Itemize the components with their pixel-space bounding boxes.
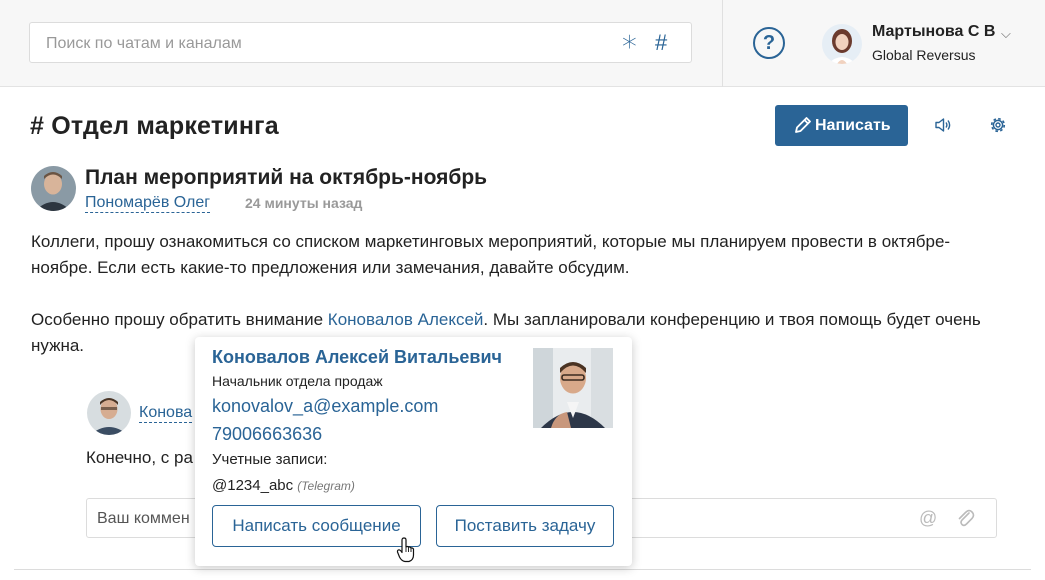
profile-photo bbox=[533, 348, 613, 428]
user-name[interactable]: Мартынова С В bbox=[872, 23, 995, 41]
profile-email-link[interactable]: konovalov_a@example.com bbox=[212, 396, 438, 417]
gear-icon[interactable] bbox=[988, 115, 1008, 135]
search-input[interactable]: Поиск по чатам и каналам bbox=[46, 35, 242, 53]
paperclip-icon[interactable] bbox=[955, 507, 975, 529]
user-mention-link[interactable]: Коновалов Алексей bbox=[328, 310, 484, 329]
assign-task-button[interactable]: Поставить задачу bbox=[436, 505, 614, 547]
mention-icon[interactable]: @ bbox=[919, 508, 937, 529]
profile-accounts-label: Учетные записи: bbox=[212, 451, 328, 468]
reply-author-link[interactable]: Конова bbox=[139, 403, 193, 423]
post-timestamp: 24 минуты назад bbox=[245, 195, 363, 211]
profile-phone-link[interactable]: 79006663636 bbox=[212, 424, 322, 445]
post-author-avatar[interactable] bbox=[31, 166, 76, 211]
send-message-button[interactable]: Написать сообщение bbox=[212, 505, 421, 547]
top-bar: Поиск по чатам и каналам ∗ # ? Мартынова… bbox=[0, 0, 1045, 87]
header-divider bbox=[722, 0, 723, 87]
user-company: Global Reversus bbox=[872, 47, 976, 63]
pencil-icon bbox=[795, 117, 811, 133]
speaker-icon[interactable] bbox=[933, 115, 953, 135]
reply-author-avatar[interactable] bbox=[87, 391, 131, 435]
post-title: План мероприятий на октябрь-ноябрь bbox=[85, 166, 488, 189]
hashtag-icon[interactable]: # bbox=[655, 31, 667, 55]
post-author-link[interactable]: Пономарёв Олег bbox=[85, 193, 211, 213]
profile-name[interactable]: Коновалов Алексей Витальевич bbox=[212, 347, 502, 368]
post-paragraph: Коллеги, прошу ознакомиться со списком м… bbox=[31, 232, 951, 277]
asterisk-icon[interactable]: ∗ bbox=[620, 27, 639, 57]
user-avatar[interactable] bbox=[822, 24, 862, 64]
divider bbox=[14, 569, 1031, 570]
write-button[interactable]: Написать bbox=[775, 105, 908, 146]
comment-placeholder: Ваш коммен bbox=[97, 510, 190, 527]
search-field[interactable]: Поиск по чатам и каналам ∗ # bbox=[29, 22, 692, 63]
page-title: # Отдел маркетинга bbox=[30, 112, 279, 140]
hand-cursor-icon bbox=[396, 537, 415, 563]
help-icon[interactable]: ? bbox=[753, 27, 785, 59]
chevron-down-icon[interactable]: ⌵ bbox=[1001, 26, 1011, 42]
profile-telegram-account: @1234_abc (Telegram) bbox=[212, 477, 355, 494]
reply-text: Конечно, с ра bbox=[86, 448, 193, 467]
profile-position: Начальник отдела продаж bbox=[212, 373, 383, 389]
write-button-label: Написать bbox=[815, 117, 891, 134]
user-profile-popup: Коновалов Алексей Витальевич Начальник о… bbox=[195, 337, 632, 566]
account-service: (Telegram) bbox=[297, 479, 355, 493]
